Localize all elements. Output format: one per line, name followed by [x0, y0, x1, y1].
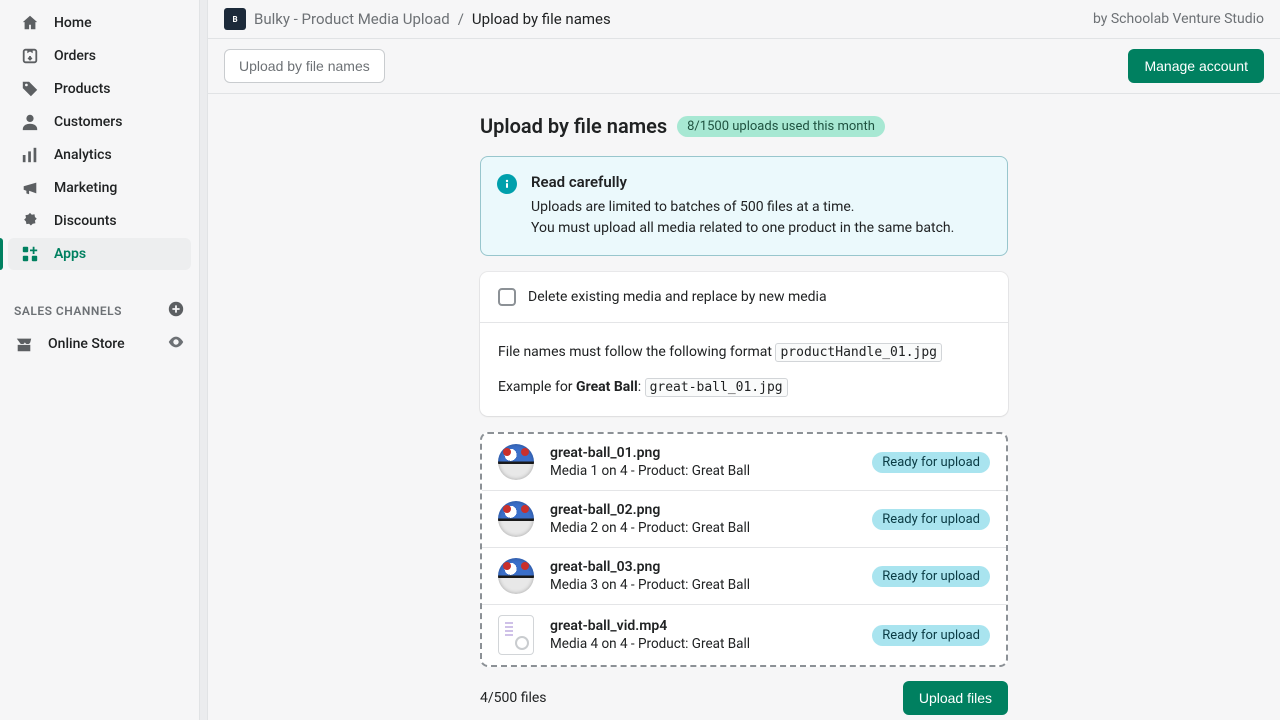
- view-store-icon[interactable]: [167, 333, 185, 355]
- sidebar-item-customers[interactable]: Customers: [8, 106, 191, 138]
- sidebar-item-label: Analytics: [54, 147, 112, 163]
- file-thumbnail: [498, 615, 534, 655]
- breadcrumb-separator: /: [458, 10, 464, 28]
- file-subtitle: Media 4 on 4 - Product: Great Ball: [550, 636, 856, 652]
- add-channel-icon[interactable]: [167, 300, 185, 322]
- channel-item-online-store[interactable]: Online Store: [0, 327, 199, 361]
- home-icon: [20, 13, 40, 33]
- manage-account-button[interactable]: Manage account: [1128, 49, 1264, 83]
- store-icon: [14, 334, 34, 354]
- apps-icon: [20, 244, 40, 264]
- replace-media-checkbox[interactable]: [498, 288, 516, 306]
- file-status-badge: Ready for upload: [872, 566, 990, 587]
- breadcrumb: B Bulky - Product Media Upload / Upload …: [224, 8, 611, 30]
- sidebar-item-orders[interactable]: Orders: [8, 40, 191, 72]
- sidebar-item-home[interactable]: Home: [8, 7, 191, 39]
- discount-icon: [20, 211, 40, 231]
- replace-media-label: Delete existing media and replace by new…: [528, 289, 827, 305]
- sidebar-item-analytics[interactable]: Analytics: [8, 139, 191, 171]
- sidebar-item-products[interactable]: Products: [8, 73, 191, 105]
- file-subtitle: Media 2 on 4 - Product: Great Ball: [550, 520, 856, 536]
- byline: by Schoolab Venture Studio: [1093, 11, 1264, 27]
- file-name: great-ball_vid.mp4: [550, 618, 856, 634]
- file-name: great-ball_03.png: [550, 559, 856, 575]
- format-example-prefix: Example for: [498, 379, 576, 395]
- footer-row: 4/500 files Upload files: [480, 681, 1008, 715]
- sidebar-item-apps[interactable]: Apps: [8, 238, 191, 270]
- file-row: great-ball_01.png Media 1 on 4 - Product…: [482, 434, 1006, 491]
- page-title: Upload by file names: [480, 114, 667, 138]
- resize-divider[interactable]: [200, 0, 208, 720]
- file-count: 4/500 files: [480, 690, 547, 706]
- file-subtitle: Media 3 on 4 - Product: Great Ball: [550, 577, 856, 593]
- file-thumbnail: [498, 501, 534, 537]
- file-status-badge: Ready for upload: [872, 509, 990, 530]
- file-row: great-ball_vid.mp4 Media 4 on 4 - Produc…: [482, 605, 1006, 665]
- info-body: Uploads are limited to batches of 500 fi…: [531, 197, 954, 239]
- file-dropzone[interactable]: great-ball_01.png Media 1 on 4 - Product…: [480, 432, 1008, 667]
- sidebar-item-label: Apps: [54, 246, 86, 262]
- file-row: great-ball_03.png Media 3 on 4 - Product…: [482, 548, 1006, 605]
- file-status-badge: Ready for upload: [872, 625, 990, 646]
- app-logo: B: [224, 8, 246, 30]
- format-example-product: Great Ball: [576, 379, 638, 395]
- file-row: great-ball_02.png Media 2 on 4 - Product…: [482, 491, 1006, 548]
- sales-channels-heading: SALES CHANNELS: [0, 292, 199, 326]
- tab-upload-by-file-names[interactable]: Upload by file names: [224, 49, 385, 83]
- breadcrumb-current: Upload by file names: [472, 10, 611, 28]
- sidebar-item-label: Discounts: [54, 213, 117, 229]
- file-name: great-ball_02.png: [550, 502, 856, 518]
- channel-item-label: Online Store: [48, 336, 125, 352]
- format-example-code: great-ball_01.jpg: [645, 378, 788, 397]
- page-heading: Upload by file names 8/1500 uploads used…: [480, 114, 1008, 138]
- format-intro: File names must follow the following for…: [498, 344, 775, 360]
- sidebar-item-label: Marketing: [54, 180, 117, 196]
- file-subtitle: Media 1 on 4 - Product: Great Ball: [550, 463, 856, 479]
- format-example-suffix: :: [638, 379, 645, 395]
- sidebar-item-label: Home: [54, 15, 92, 31]
- megaphone-icon: [20, 178, 40, 198]
- breadcrumb-app[interactable]: Bulky - Product Media Upload: [254, 10, 450, 28]
- file-name: great-ball_01.png: [550, 445, 856, 461]
- usage-badge: 8/1500 uploads used this month: [677, 116, 885, 137]
- format-code: productHandle_01.jpg: [775, 343, 942, 362]
- info-title: Read carefully: [531, 173, 954, 191]
- tag-icon: [20, 79, 40, 99]
- main: B Bulky - Product Media Upload / Upload …: [208, 0, 1280, 720]
- info-icon: [497, 174, 517, 194]
- actionbar: Upload by file names Manage account: [208, 39, 1280, 94]
- options-card: Delete existing media and replace by new…: [480, 272, 1008, 416]
- info-banner: Read carefully Uploads are limited to ba…: [480, 156, 1008, 256]
- sidebar-item-marketing[interactable]: Marketing: [8, 172, 191, 204]
- sidebar-item-label: Orders: [54, 48, 96, 64]
- sidebar-item-discounts[interactable]: Discounts: [8, 205, 191, 237]
- topbar: B Bulky - Product Media Upload / Upload …: [208, 0, 1280, 39]
- section-heading-label: SALES CHANNELS: [14, 304, 122, 318]
- person-icon: [20, 112, 40, 132]
- file-status-badge: Ready for upload: [872, 452, 990, 473]
- upload-files-button[interactable]: Upload files: [903, 681, 1008, 715]
- file-thumbnail: [498, 444, 534, 480]
- sidebar-item-label: Customers: [54, 114, 122, 130]
- file-thumbnail: [498, 558, 534, 594]
- analytics-icon: [20, 145, 40, 165]
- sidebar-item-label: Products: [54, 81, 111, 97]
- orders-icon: [20, 46, 40, 66]
- sidebar: Home Orders Products Customers: [0, 0, 200, 720]
